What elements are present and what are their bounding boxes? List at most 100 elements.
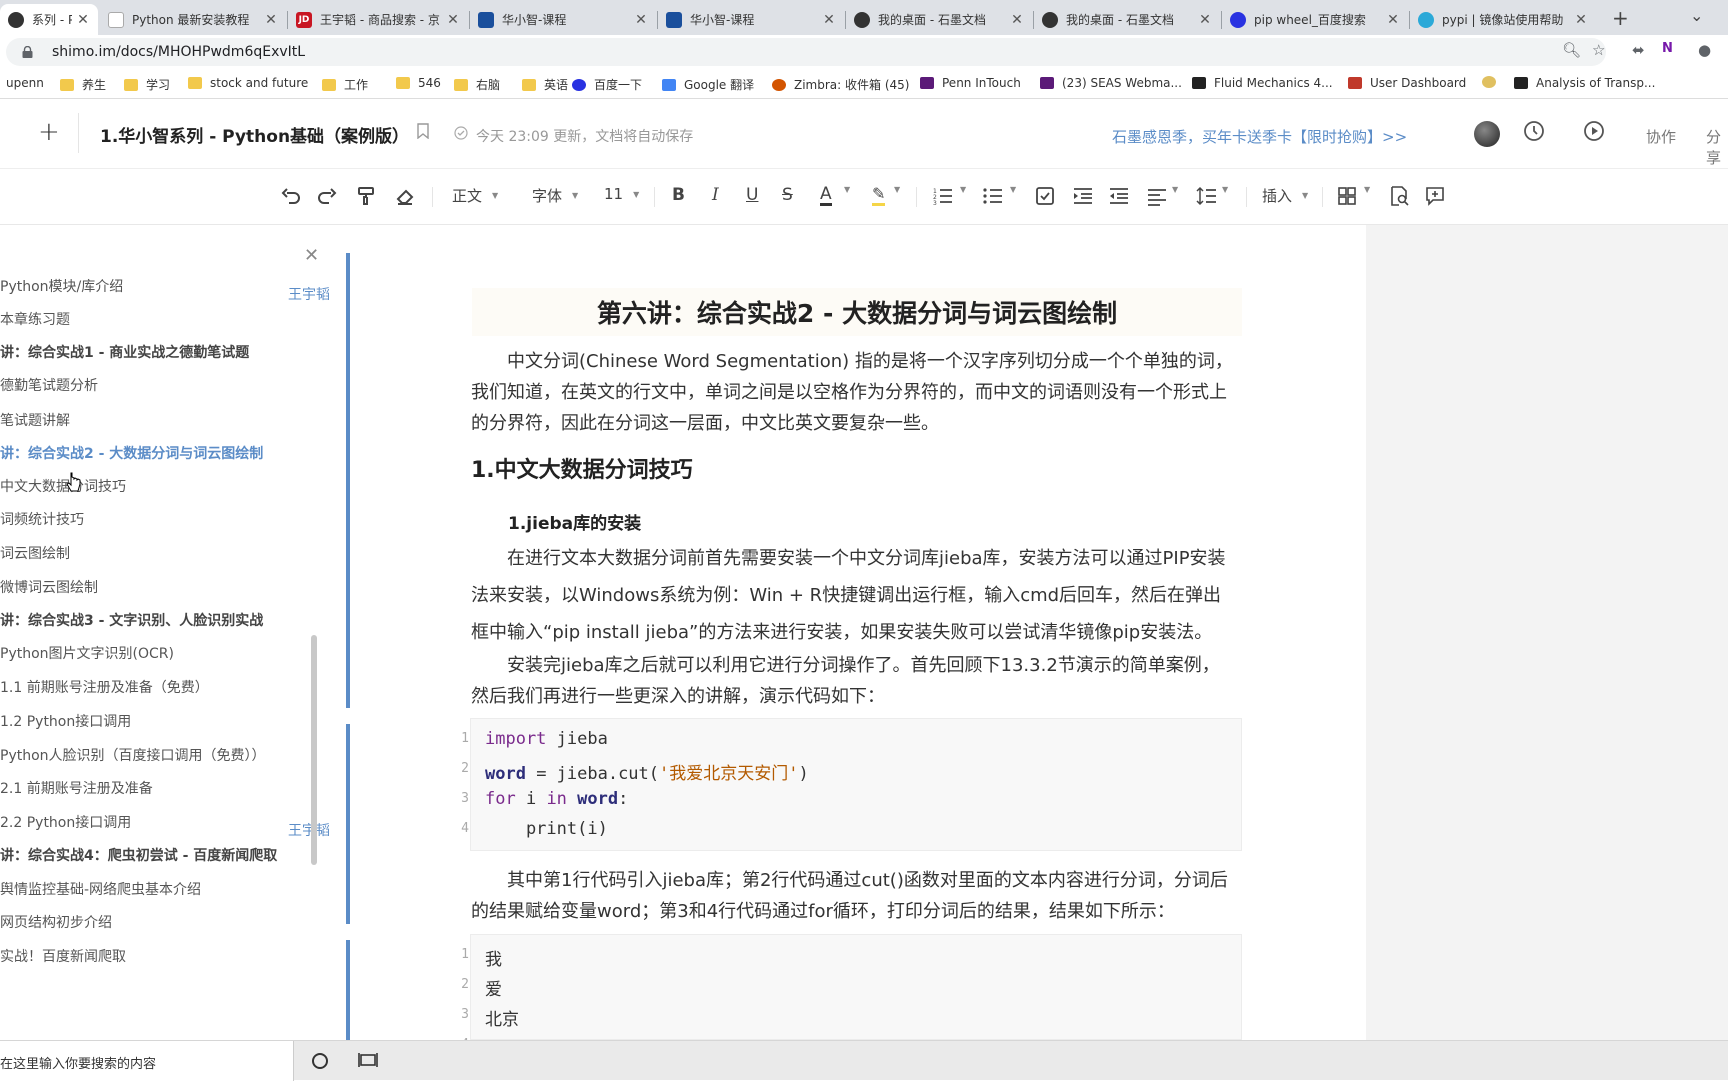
outline-item[interactable]: 中文大数据分词技巧 bbox=[0, 476, 126, 496]
close-icon[interactable]: ✕ bbox=[264, 12, 278, 28]
browser-tab[interactable]: 我的桌面 - 石墨文档 ✕ bbox=[1034, 4, 1220, 35]
line-spacing-icon[interactable] bbox=[1196, 185, 1218, 207]
outline-item[interactable]: 1.2 Python接口调用 bbox=[0, 711, 131, 731]
profile-icon[interactable]: ● bbox=[1698, 41, 1711, 59]
outline-item[interactable]: 实战！百度新闻爬取 bbox=[0, 946, 126, 966]
bullet-list-icon[interactable] bbox=[982, 185, 1004, 207]
chevron-down-icon[interactable]: ▼ bbox=[1222, 185, 1228, 194]
omnibox[interactable]: shimo.im/docs/MHOHPwdm6qExvItL bbox=[6, 38, 1606, 66]
cortana-icon[interactable] bbox=[312, 1053, 328, 1069]
browser-tab[interactable]: pip wheel_百度搜索 ✕ bbox=[1222, 4, 1408, 35]
history-icon[interactable] bbox=[1522, 119, 1546, 143]
code-block[interactable]: 1 import jieba 2 word = jieba.cut('我爱北京天安门'… bbox=[461, 718, 1242, 851]
outline-item[interactable]: 讲：综合实战3 - 文字识别、人脸识别实战 bbox=[0, 610, 263, 630]
collab-button[interactable]: 协作 bbox=[1646, 126, 1676, 147]
bookmark-item[interactable]: 英语 bbox=[522, 76, 568, 93]
undo-icon[interactable] bbox=[280, 185, 302, 207]
bookmark-item[interactable]: User Dashboard bbox=[1348, 76, 1466, 90]
close-icon[interactable]: ✕ bbox=[304, 245, 319, 266]
bold-icon[interactable]: B bbox=[672, 185, 685, 205]
comment-icon[interactable] bbox=[1424, 185, 1446, 207]
doc-title[interactable]: 1.华小智系列 - Python基础（案例版） bbox=[100, 122, 409, 147]
checklist-icon[interactable] bbox=[1034, 185, 1056, 207]
outline-item[interactable]: 1.1 前期账号注册及准备（免费） bbox=[0, 677, 209, 697]
close-icon[interactable]: ✕ bbox=[76, 12, 90, 28]
close-icon[interactable]: ✕ bbox=[1574, 12, 1588, 28]
task-view-icon[interactable] bbox=[358, 1051, 378, 1071]
outline-item[interactable]: Python模块/库介绍 bbox=[0, 276, 123, 296]
bookmark-item[interactable]: 学习 bbox=[124, 76, 170, 93]
close-icon[interactable]: ✕ bbox=[446, 12, 460, 28]
format-painter-icon[interactable] bbox=[356, 185, 378, 207]
present-icon[interactable] bbox=[1582, 119, 1606, 143]
bookmark-item[interactable]: Fluid Mechanics 4... bbox=[1192, 76, 1333, 90]
new-doc-button[interactable]: + bbox=[38, 117, 60, 147]
url-text[interactable]: shimo.im/docs/MHOHPwdm6qExvItL bbox=[52, 44, 305, 60]
indent-icon[interactable] bbox=[1072, 185, 1094, 207]
outline-item[interactable]: 本章练习题 bbox=[0, 309, 70, 329]
bookmark-item[interactable]: (23) SEAS Webma... bbox=[1040, 76, 1182, 90]
browser-tab[interactable]: 华小智-课程 ✕ bbox=[470, 4, 656, 35]
chevron-down-icon[interactable]: ▼ bbox=[844, 185, 850, 194]
outline-item[interactable]: 2.2 Python接口调用 bbox=[0, 812, 131, 832]
outdent-icon[interactable] bbox=[1108, 185, 1130, 207]
outline-item[interactable]: 词频统计技巧 bbox=[0, 509, 84, 529]
strikethrough-icon[interactable]: S bbox=[782, 185, 793, 205]
close-icon[interactable]: ✕ bbox=[634, 12, 648, 28]
browser-tab[interactable]: JD 王宇韬 - 商品搜索 - 京 ✕ bbox=[288, 4, 468, 35]
close-icon[interactable]: ✕ bbox=[1198, 12, 1212, 28]
bookmark-item[interactable]: 546 bbox=[396, 76, 441, 90]
font-size-select[interactable]: 11 ▼ bbox=[604, 185, 639, 203]
insert-menu[interactable]: 插入 ▼ bbox=[1262, 185, 1308, 206]
extension-icon[interactable]: ⬌ bbox=[1632, 41, 1645, 59]
outline-item[interactable]: 讲：综合实战2 - 大数据分词与词云图绘制 bbox=[0, 443, 263, 463]
bookmark-item[interactable]: 右脑 bbox=[454, 76, 500, 93]
font-color-icon[interactable]: A bbox=[820, 185, 832, 206]
bookmark-item[interactable] bbox=[1482, 76, 1504, 88]
bookmark-item[interactable]: 百度一下 bbox=[572, 76, 642, 93]
promo-link[interactable]: 石墨感恩季，买年卡送季卡【限时抢购】>> bbox=[1112, 126, 1407, 147]
outline-item[interactable]: 德勤笔试题分析 bbox=[0, 375, 98, 395]
underline-icon[interactable]: U bbox=[746, 185, 758, 205]
bookmark-item[interactable]: upenn bbox=[6, 76, 44, 90]
paragraph-style-select[interactable]: 正文 ▼ bbox=[452, 185, 498, 206]
browser-tab[interactable]: 系列 - Python ✕ bbox=[0, 4, 98, 35]
browser-tab[interactable]: pypi | 镜像站使用帮助 ✕ bbox=[1410, 4, 1596, 35]
sidebar-scrollbar[interactable] bbox=[311, 635, 317, 865]
bookmark-item[interactable]: Analysis of Transp... bbox=[1514, 76, 1655, 90]
output-block[interactable]: 1我2爱3北京4天安门 bbox=[461, 934, 1242, 1060]
outline-item[interactable]: 讲：综合实战4：爬虫初尝试 - 百度新闻爬取 bbox=[0, 845, 277, 865]
font-family-select[interactable]: 字体 ▼ bbox=[532, 185, 578, 206]
outline-item[interactable]: 讲：综合实战1 - 商业实战之德勤笔试题 bbox=[0, 342, 249, 362]
onenote-icon[interactable]: N bbox=[1662, 41, 1673, 56]
bookmark-item[interactable]: Penn InTouch bbox=[920, 76, 1021, 90]
outline-item[interactable]: 笔试题讲解 bbox=[0, 410, 70, 430]
bookmark-icon[interactable] bbox=[417, 123, 429, 139]
ordered-list-icon[interactable]: 123 bbox=[932, 185, 954, 207]
outline-item[interactable]: 2.1 前期账号注册及准备 bbox=[0, 778, 153, 798]
outline-item[interactable]: 词云图绘制 bbox=[0, 543, 70, 563]
browser-tab[interactable]: Python 最新安装教程 ✕ bbox=[100, 4, 286, 35]
outline-item[interactable]: Python人脸识别（百度接口调用（免费）） bbox=[0, 745, 266, 765]
avatar[interactable] bbox=[1474, 121, 1500, 147]
bookmark-item[interactable]: 养生 bbox=[60, 76, 106, 93]
chevron-down-icon[interactable]: ▼ bbox=[960, 185, 966, 194]
italic-icon[interactable]: I bbox=[712, 185, 719, 205]
outline-item[interactable]: 微博词云图绘制 bbox=[0, 577, 98, 597]
bookmark-item[interactable]: stock and future bbox=[188, 76, 308, 90]
new-tab-icon[interactable]: + bbox=[1612, 6, 1629, 30]
tab-overflow-icon[interactable]: ⌄ bbox=[1690, 6, 1703, 25]
chevron-down-icon[interactable]: ▼ bbox=[1010, 185, 1016, 194]
zoom-icon[interactable]: 🔍︎ bbox=[1562, 41, 1581, 59]
highlight-icon[interactable]: ✎ bbox=[872, 185, 886, 206]
align-icon[interactable] bbox=[1146, 185, 1168, 207]
close-icon[interactable]: ✕ bbox=[1010, 12, 1024, 28]
star-icon[interactable]: ☆ bbox=[1592, 41, 1605, 59]
redo-icon[interactable] bbox=[316, 185, 338, 207]
outline-item[interactable]: 网页结构初步介绍 bbox=[0, 912, 112, 932]
outline-item[interactable]: Python图片文字识别(OCR) bbox=[0, 643, 174, 663]
close-icon[interactable]: ✕ bbox=[1386, 12, 1400, 28]
share-button[interactable]: 分享 bbox=[1706, 126, 1728, 168]
chevron-down-icon[interactable]: ▼ bbox=[1364, 185, 1370, 194]
taskbar-search-input[interactable]: 在这里输入你要搜索的内容 bbox=[0, 1053, 156, 1072]
